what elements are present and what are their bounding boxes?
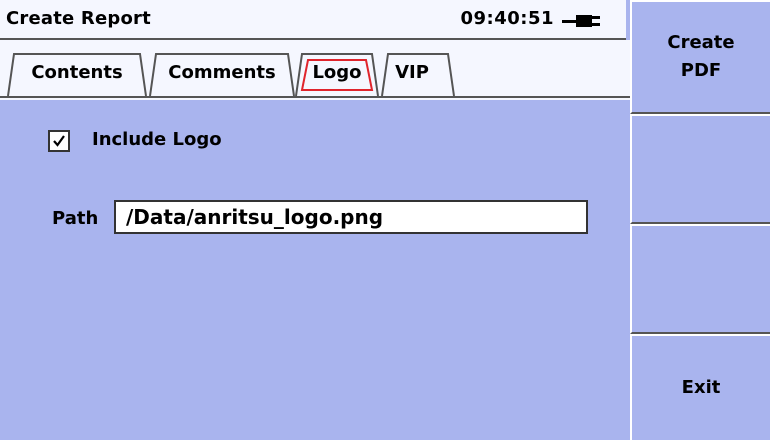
create-pdf-button[interactable]: Create PDF (630, 0, 770, 114)
exit-label: Exit (681, 377, 721, 398)
tab-contents-label: Contents (31, 62, 123, 83)
create-pdf-line2: PDF (680, 60, 722, 81)
tab-vip-label: VIP (395, 62, 429, 83)
window-title: Create Report (6, 8, 151, 29)
clock: 09:40:51 (460, 8, 554, 29)
softkey-3[interactable] (630, 224, 770, 334)
exit-button[interactable]: Exit (630, 334, 770, 440)
include-logo-checkbox[interactable] (48, 130, 70, 152)
include-logo-label: Include Logo (92, 129, 222, 150)
softkey-2[interactable] (630, 114, 770, 224)
tab-contents[interactable]: Contents (6, 52, 148, 96)
softkey-panel: Create PDF Exit (630, 0, 770, 440)
plug-icon (562, 15, 600, 27)
path-label: Path (52, 208, 99, 229)
create-pdf-line1: Create (667, 32, 735, 53)
checkmark-icon (53, 135, 65, 147)
tab-vip[interactable]: VIP (380, 52, 456, 96)
tab-baseline (0, 96, 630, 98)
tab-comments[interactable]: Comments (148, 52, 296, 96)
tab-logo-label: Logo (312, 62, 362, 83)
main-panel: Create Report 09:40:51 Contents Comments… (0, 0, 630, 440)
title-bar: Create Report 09:40:51 (0, 0, 626, 40)
path-field[interactable]: /Data/anritsu_logo.png (114, 200, 588, 234)
tab-comments-label: Comments (168, 62, 276, 83)
tab-logo[interactable]: Logo (294, 52, 380, 96)
